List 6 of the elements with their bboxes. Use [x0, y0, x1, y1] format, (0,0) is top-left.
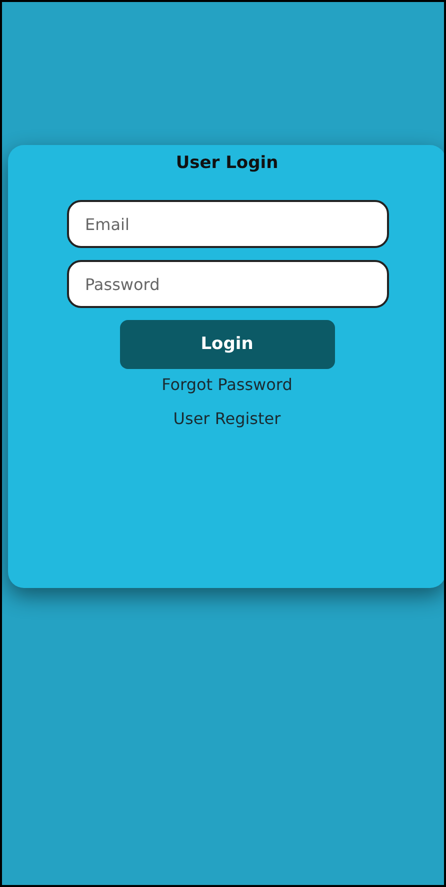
input-field[interactable]: Password	[67, 260, 389, 308]
text-link[interactable]: Forgot Password	[162, 373, 292, 397]
card-title: User Login	[176, 152, 278, 175]
input-field[interactable]: Email	[67, 200, 389, 248]
login-button[interactable]: Login	[120, 320, 334, 369]
text-link[interactable]: User Register	[173, 407, 281, 431]
